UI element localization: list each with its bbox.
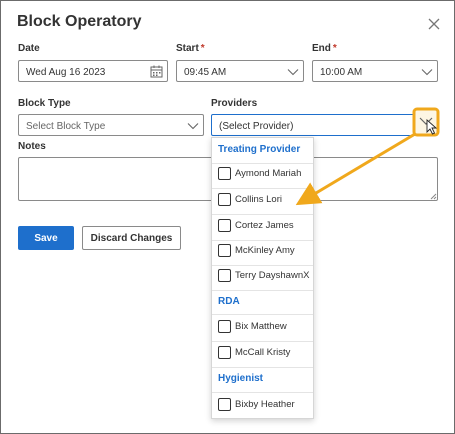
block-type-label: Block Type xyxy=(18,98,71,109)
end-label-text: End xyxy=(312,43,331,54)
checkbox[interactable] xyxy=(218,346,231,359)
provider-option[interactable]: Aymond Mariah xyxy=(218,167,301,180)
providers-select[interactable]: (Select Provider) xyxy=(211,114,438,136)
block-type-select[interactable]: Select Block Type xyxy=(18,114,204,136)
group-treating-provider: Treating Provider xyxy=(218,144,301,155)
start-time-select[interactable]: 09:45 AM xyxy=(176,60,304,82)
close-icon[interactable] xyxy=(427,17,441,31)
save-button[interactable]: Save xyxy=(18,226,74,250)
provider-option[interactable]: Bix Matthew xyxy=(218,320,287,333)
end-time-value: 10:00 AM xyxy=(320,67,363,78)
provider-option[interactable]: McKinley Amy xyxy=(218,244,295,257)
checkbox[interactable] xyxy=(218,320,231,333)
provider-name: Bix Matthew xyxy=(235,321,287,332)
date-label: Date xyxy=(18,43,40,54)
provider-option[interactable]: McCall Kristy xyxy=(218,346,290,359)
provider-dropdown: Treating Provider Aymond Mariah Collins … xyxy=(211,137,314,419)
checkbox[interactable] xyxy=(218,398,231,411)
provider-name: McKinley Amy xyxy=(235,245,295,256)
required-mark: * xyxy=(200,43,205,54)
checkbox[interactable] xyxy=(218,269,231,282)
checkbox[interactable] xyxy=(218,193,231,206)
required-mark: * xyxy=(332,43,337,54)
provider-option[interactable]: Collins Lori xyxy=(218,193,282,206)
date-field[interactable]: Wed Aug 16 2023 xyxy=(18,60,168,82)
provider-name: Bixby Heather xyxy=(235,399,295,410)
end-label: End * xyxy=(312,43,337,54)
calendar-icon[interactable] xyxy=(150,65,163,78)
start-time-value: 09:45 AM xyxy=(184,67,227,78)
provider-name: Cortez James xyxy=(235,220,294,231)
chevron-down-icon xyxy=(187,123,199,130)
dialog-title: Block Operatory xyxy=(17,13,142,30)
checkbox[interactable] xyxy=(218,244,231,257)
group-hygienist: Hygienist xyxy=(218,373,264,384)
provider-option[interactable]: Terry DayshawnX xyxy=(218,269,309,282)
providers-placeholder: (Select Provider) xyxy=(219,121,294,132)
provider-name: Terry DayshawnX xyxy=(235,270,310,281)
notes-label: Notes xyxy=(18,141,46,152)
end-time-select[interactable]: 10:00 AM xyxy=(312,60,438,82)
chevron-down-icon xyxy=(421,69,433,76)
provider-name: McCall Kristy xyxy=(235,347,291,358)
provider-name: Aymond Mariah xyxy=(235,168,302,179)
start-label-text: Start xyxy=(176,43,199,54)
block-type-placeholder: Select Block Type xyxy=(26,121,106,132)
provider-option[interactable]: Bixby Heather xyxy=(218,398,295,411)
date-value: Wed Aug 16 2023 xyxy=(26,67,106,78)
group-rda: RDA xyxy=(218,296,240,307)
checkbox[interactable] xyxy=(218,219,231,232)
checkbox[interactable] xyxy=(218,167,231,180)
chevron-down-icon xyxy=(287,69,299,76)
start-label: Start * xyxy=(176,43,205,54)
provider-name: Collins Lori xyxy=(235,194,282,205)
discard-changes-button[interactable]: Discard Changes xyxy=(82,226,181,250)
resize-handle-icon[interactable] xyxy=(429,192,437,200)
provider-option[interactable]: Cortez James xyxy=(218,219,294,232)
providers-label: Providers xyxy=(211,98,258,109)
